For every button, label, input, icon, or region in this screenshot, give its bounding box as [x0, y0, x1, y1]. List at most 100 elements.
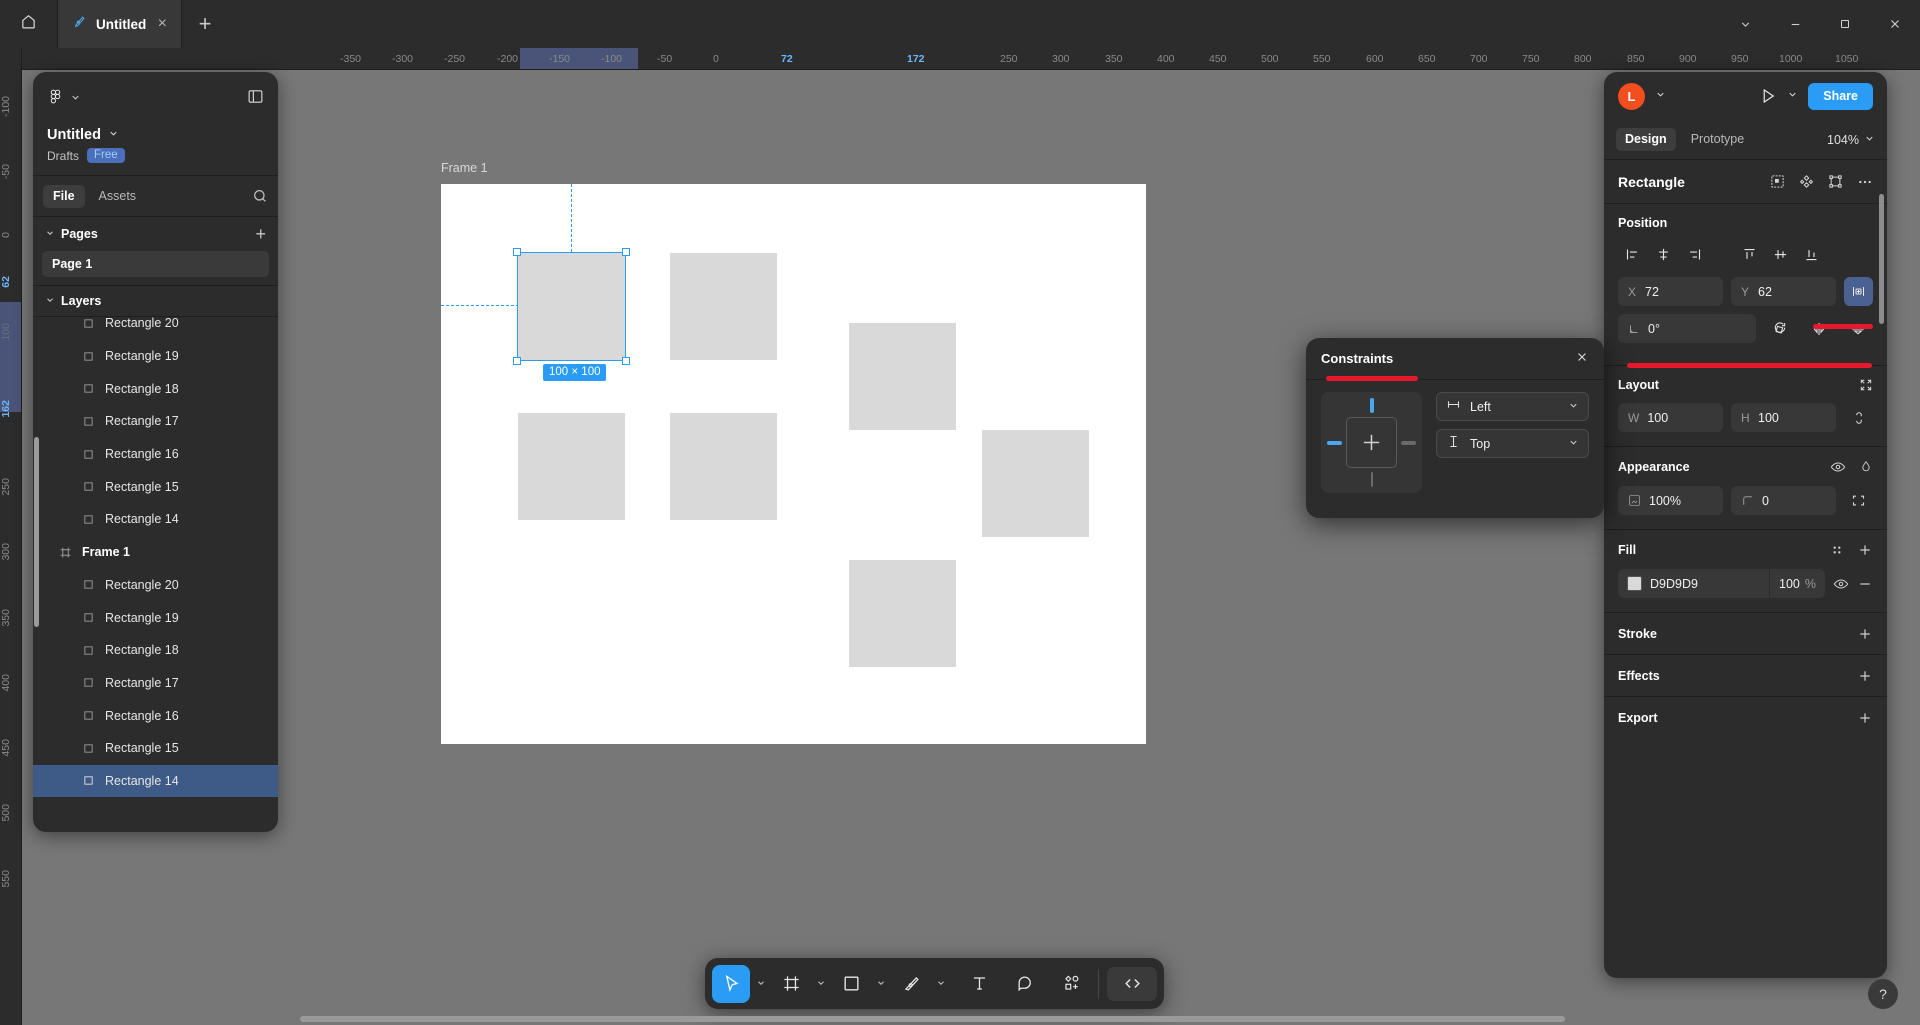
rectangle-shape[interactable] [849, 323, 956, 430]
layers-scrollbar[interactable] [34, 437, 39, 627]
constraint-bar-bottom[interactable] [1370, 472, 1373, 487]
avatar[interactable]: L [1618, 82, 1645, 110]
frame-tool-chevron-down-icon[interactable] [810, 978, 832, 990]
plan-badge[interactable]: Free [87, 148, 125, 163]
layer-row[interactable]: Rectangle 14 [33, 503, 278, 536]
chevron-down-icon[interactable] [1787, 87, 1798, 105]
opacity-input[interactable]: 100% [1618, 486, 1723, 515]
tab-assets[interactable]: Assets [89, 185, 147, 208]
horizontal-ruler[interactable]: -350 -300 -250 -200 -150 -100 -50 0 72 1… [0, 48, 1920, 70]
pen-tool[interactable] [892, 965, 930, 1003]
plus-icon[interactable] [1857, 542, 1873, 558]
layer-row[interactable]: Rectangle 15 [33, 732, 278, 765]
main-menu-button[interactable] [47, 88, 81, 110]
styles-icon[interactable] [1830, 543, 1844, 557]
x-position-input[interactable]: X 72 [1618, 277, 1723, 306]
move-tool-chevron-down-icon[interactable] [750, 978, 772, 990]
move-tool[interactable] [712, 964, 750, 1003]
rectangle-shape[interactable] [670, 253, 777, 360]
minimize-icon[interactable] [1770, 0, 1820, 48]
chevron-down-icon[interactable] [1655, 87, 1666, 105]
component-icon[interactable] [1770, 174, 1785, 189]
tab-prototype[interactable]: Prototype [1682, 128, 1754, 151]
canvas-horizontal-scrollbar[interactable] [300, 1016, 1565, 1022]
layer-row[interactable]: Rectangle 18 [33, 634, 278, 667]
tab-design[interactable]: Design [1616, 128, 1676, 151]
home-button[interactable] [0, 0, 58, 48]
actions-tool[interactable] [1052, 965, 1090, 1003]
y-position-input[interactable]: Y 62 [1731, 277, 1836, 306]
layer-row-frame-1[interactable]: Frame 1 [33, 536, 278, 569]
file-tab[interactable]: Untitled × [58, 0, 182, 48]
resize-handle-top-left[interactable] [513, 248, 521, 256]
rotate-icon[interactable] [1764, 314, 1795, 343]
panel-toggle-icon[interactable] [247, 88, 264, 110]
vertical-constraint-dropdown[interactable]: Top [1436, 429, 1589, 458]
link-ratio-icon[interactable] [1844, 403, 1873, 432]
horizontal-constraint-dropdown[interactable]: Left [1436, 392, 1589, 421]
layers-header[interactable]: Layers [33, 285, 278, 317]
page-item-page-1[interactable]: Page 1 [42, 251, 269, 277]
layer-row[interactable]: Rectangle 15 [33, 470, 278, 503]
resize-handle-bottom-left[interactable] [513, 357, 521, 365]
rectangle-shape[interactable] [982, 430, 1089, 537]
maximize-icon[interactable] [1820, 0, 1870, 48]
plus-icon[interactable] [1857, 626, 1873, 642]
blend-mode-icon[interactable] [1859, 460, 1873, 474]
variant-icon[interactable] [1799, 174, 1814, 189]
play-icon[interactable] [1759, 87, 1777, 105]
eye-icon[interactable] [1830, 459, 1846, 475]
file-name-row[interactable]: Untitled [47, 126, 264, 144]
minus-icon[interactable] [1857, 576, 1873, 592]
layer-row[interactable]: Rectangle 17 [33, 667, 278, 700]
individual-corners-icon[interactable] [1844, 486, 1873, 515]
frame-tool[interactable] [772, 965, 810, 1003]
align-vertical-center-icon[interactable] [1766, 241, 1795, 267]
plus-icon[interactable]: + [255, 225, 266, 243]
constraint-bar-left[interactable] [1327, 440, 1342, 445]
fill-opacity-field[interactable]: 100 % [1769, 569, 1825, 598]
layer-list[interactable]: Rectangle 20 Rectangle 19 Rectangle 18 R… [33, 317, 278, 832]
collapse-icon[interactable] [1859, 378, 1873, 392]
window-close-icon[interactable] [1870, 0, 1920, 48]
zoom-control[interactable]: 104% [1827, 133, 1875, 147]
new-tab-button[interactable]: + [182, 0, 228, 48]
file-location[interactable]: Drafts [47, 149, 79, 163]
close-icon[interactable] [1575, 350, 1589, 368]
layer-row[interactable]: Rectangle 19 [33, 601, 278, 634]
plus-icon[interactable] [1857, 668, 1873, 684]
constraints-grid[interactable] [1321, 392, 1422, 493]
width-input[interactable]: W 100 [1618, 403, 1723, 432]
align-left-icon[interactable] [1618, 241, 1647, 267]
layer-row[interactable]: Rectangle 16 [33, 438, 278, 471]
layer-row[interactable]: Rectangle 17 [33, 405, 278, 438]
align-top-icon[interactable] [1735, 241, 1764, 267]
eye-icon[interactable] [1833, 576, 1849, 592]
layer-row[interactable]: Rectangle 18 [33, 372, 278, 405]
layer-row[interactable]: Rectangle 19 [33, 340, 278, 373]
layer-row-selected[interactable]: Rectangle 14 [33, 764, 278, 798]
resize-handle-top-right[interactable] [622, 248, 630, 256]
rectangle-shape[interactable] [518, 413, 625, 520]
color-swatch[interactable] [1627, 576, 1642, 591]
corner-radius-input[interactable]: 0 [1731, 486, 1836, 515]
tab-file[interactable]: File [43, 184, 85, 208]
height-input[interactable]: H 100 [1731, 403, 1836, 432]
resize-handle-bottom-right[interactable] [622, 357, 630, 365]
layer-row[interactable]: Rectangle 20 [33, 569, 278, 602]
constraint-bar-top[interactable] [1369, 398, 1374, 413]
layer-row[interactable]: Rectangle 16 [33, 699, 278, 732]
comment-tool[interactable] [1006, 965, 1044, 1003]
align-right-icon[interactable] [1680, 241, 1709, 267]
frame-selection-icon[interactable] [1828, 174, 1843, 189]
layer-row[interactable]: Rectangle 20 [33, 317, 278, 340]
frame-label[interactable]: Frame 1 [441, 161, 488, 175]
dev-mode-toggle[interactable] [1107, 966, 1157, 1001]
rectangle-shape[interactable] [670, 413, 777, 520]
rectangle-shape[interactable] [849, 560, 956, 667]
help-button[interactable]: ? [1868, 979, 1898, 1009]
fill-color-field[interactable]: D9D9D9 100 % [1618, 569, 1825, 598]
plus-icon[interactable] [1857, 710, 1873, 726]
share-button[interactable]: Share [1808, 82, 1873, 110]
rotation-input[interactable]: 0° [1618, 314, 1756, 343]
